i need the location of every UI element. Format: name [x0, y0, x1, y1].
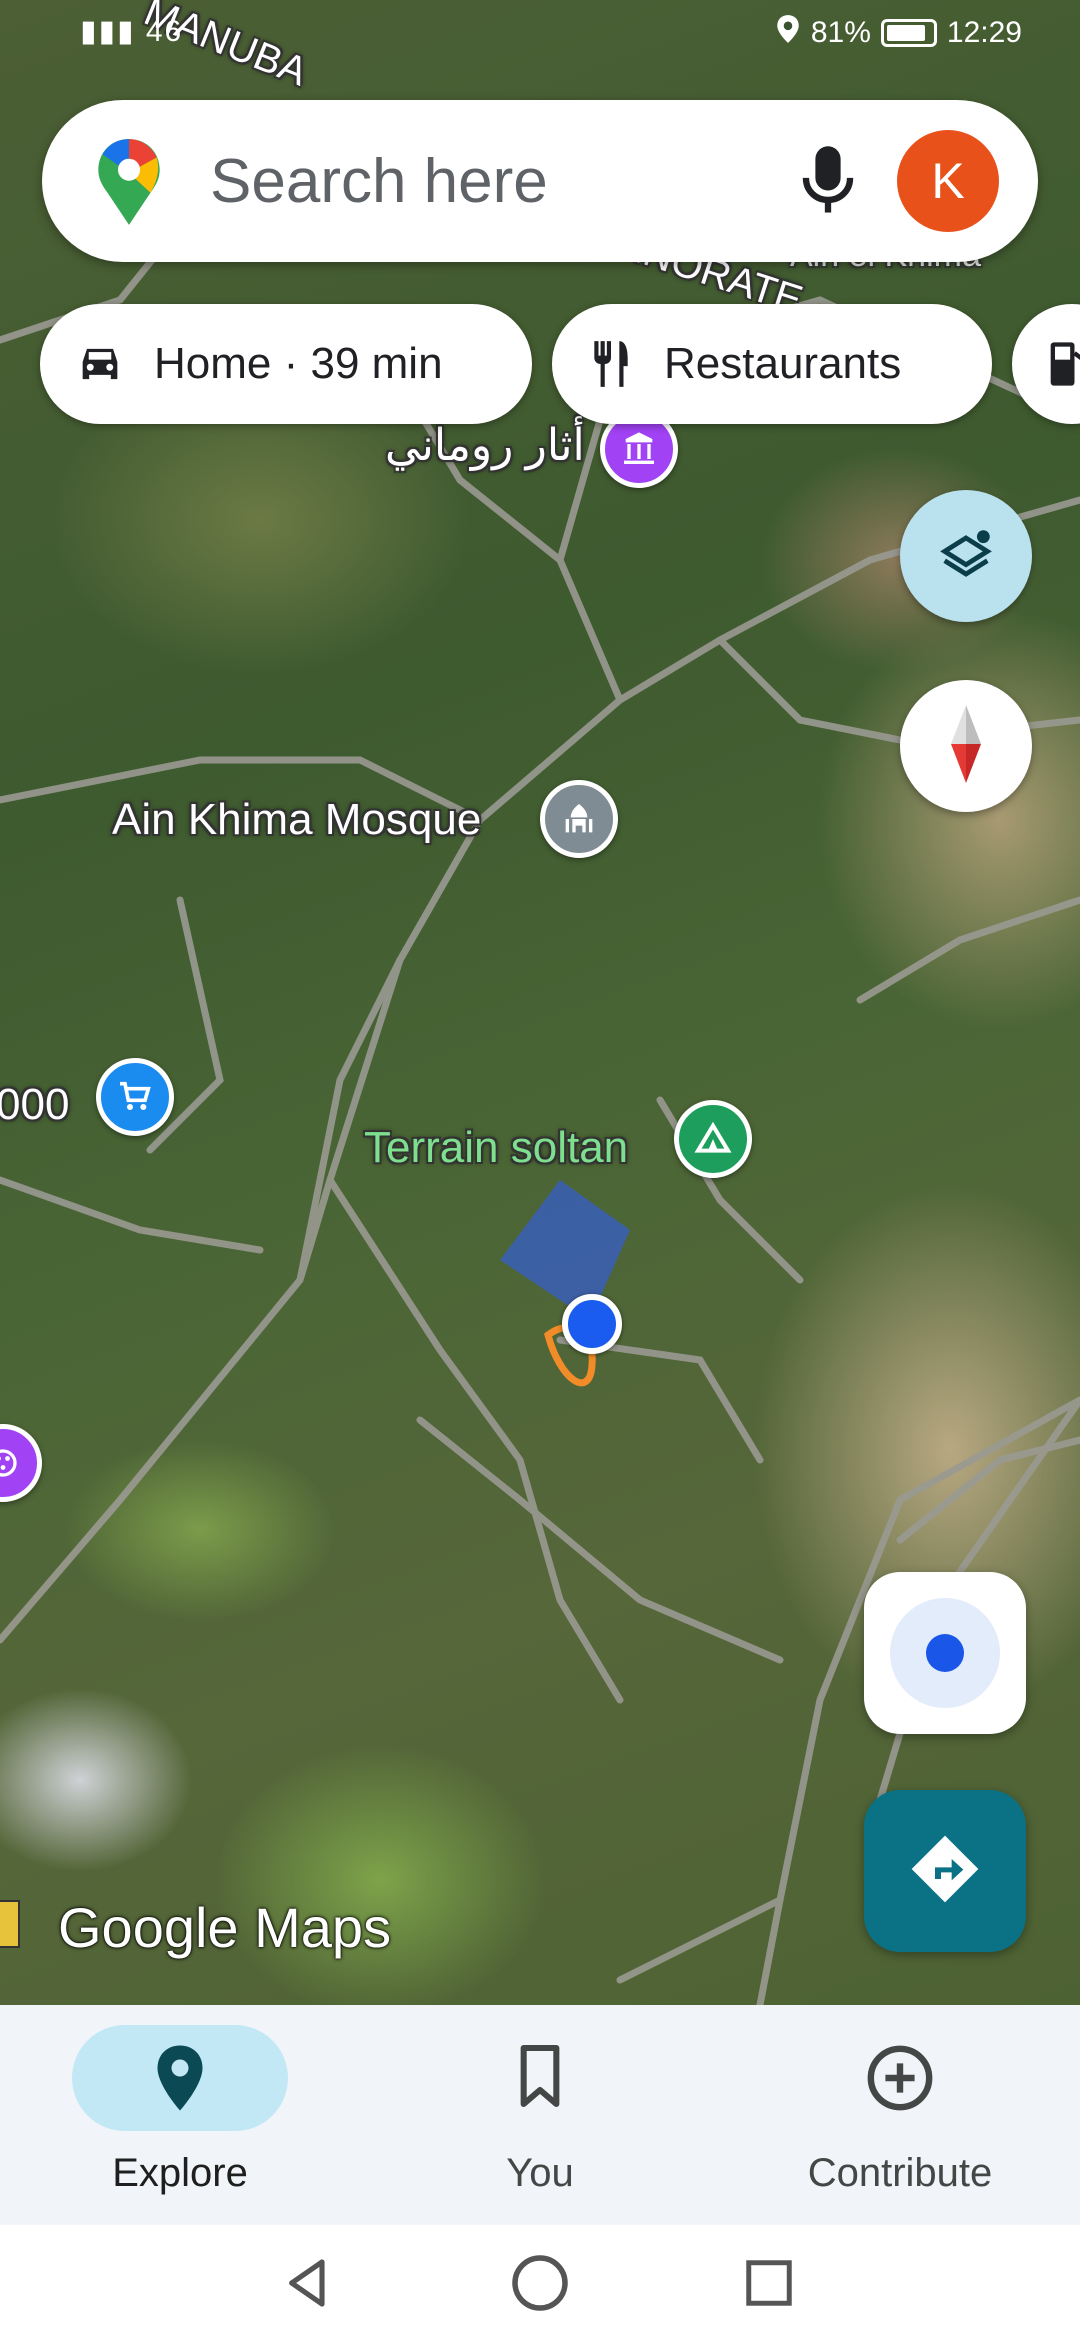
nav-item-contribute[interactable]: Contribute: [750, 2025, 1050, 2215]
network-type: 46: [145, 15, 184, 48]
place-label-roman-ruins[interactable]: أثار روماني: [385, 420, 585, 471]
microphone-icon[interactable]: [790, 140, 866, 227]
recents-icon[interactable]: [742, 2253, 796, 2318]
shopping-cart-icon[interactable]: [96, 1058, 174, 1136]
map-canvas[interactable]: MANUBA GOVERNORATE Ain el Khima أثار روم…: [0, 0, 1080, 2005]
bookmark-icon: [520, 2044, 560, 2108]
chip-restaurants[interactable]: Restaurants: [552, 304, 992, 424]
current-location-dot: [562, 1294, 622, 1354]
layers-button[interactable]: [900, 490, 1032, 622]
nav-label-explore: Explore: [112, 2151, 248, 2195]
google-maps-logo-icon: [90, 136, 168, 233]
account-avatar[interactable]: K: [897, 130, 999, 232]
battery-icon: [880, 19, 937, 47]
directions-icon: [905, 1829, 985, 1914]
restaurant-icon: [594, 341, 628, 387]
back-icon[interactable]: [280, 2253, 336, 2318]
my-location-icon: [890, 1598, 1000, 1708]
add-circle-icon: [867, 2045, 933, 2111]
bottom-navigation: Explore You Contribute: [0, 2005, 1080, 2225]
signal-indicator: ▮▮▮ 46: [80, 14, 183, 49]
compass-icon: [934, 702, 998, 791]
nav-label-contribute: Contribute: [807, 2151, 993, 2195]
location-status-icon: [775, 14, 801, 52]
chip-restaurants-label: Restaurants: [664, 339, 902, 388]
signal-icon: ▮▮▮: [80, 15, 136, 48]
car-icon: [82, 348, 118, 380]
gas-station-icon: [1050, 342, 1080, 386]
road-shield-badge: [0, 1900, 20, 1948]
nav-item-you[interactable]: You: [390, 2025, 690, 2215]
chip-home-directions[interactable]: Home · 39 min: [40, 304, 532, 424]
layers-icon: [934, 522, 998, 591]
clock: 12:29: [946, 16, 1022, 49]
camping-poi-icon[interactable]: [674, 1100, 752, 1178]
battery-percent: 81%: [810, 16, 871, 49]
search-input[interactable]: Search here: [210, 146, 548, 217]
search-bar[interactable]: Search here K: [42, 100, 1038, 262]
place-label-shop[interactable]: 000: [0, 1080, 69, 1130]
system-navigation-bar: [0, 2225, 1080, 2340]
mosque-poi-icon[interactable]: [540, 780, 618, 858]
place-label-mosque[interactable]: Ain Khima Mosque: [112, 795, 481, 845]
directions-button[interactable]: [864, 1790, 1026, 1952]
nav-item-explore[interactable]: Explore: [30, 2025, 330, 2215]
status-bar: ▮▮▮ 46 81% 12:29: [0, 14, 1080, 54]
nav-label-you: You: [506, 2151, 574, 2195]
my-location-button[interactable]: [864, 1572, 1026, 1734]
compass-button[interactable]: [900, 680, 1032, 812]
chip-home-label: Home · 39 min: [154, 339, 443, 388]
location-pin-icon: [157, 2045, 203, 2111]
place-label-terrain[interactable]: Terrain soltan: [364, 1123, 628, 1173]
home-icon[interactable]: [510, 2253, 570, 2318]
google-maps-watermark: Google Maps: [58, 1896, 392, 1959]
